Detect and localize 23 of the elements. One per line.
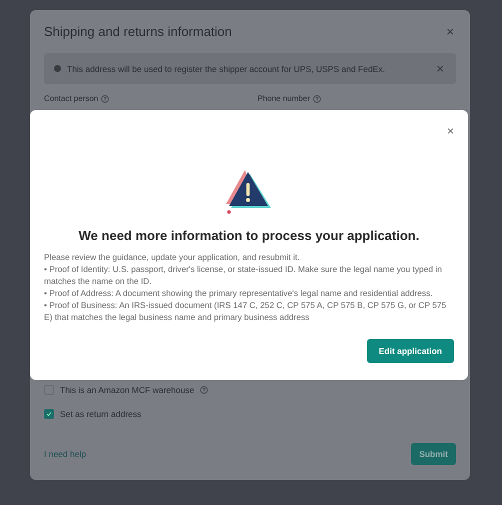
help-link[interactable]: I need help xyxy=(44,449,86,459)
close-button[interactable]: × xyxy=(446,124,454,138)
help-icon[interactable] xyxy=(101,94,110,102)
close-button[interactable]: × xyxy=(444,24,456,39)
banner-text: This address will be used to register the shipper account for UPS, USPS and FedEx. xyxy=(67,64,386,74)
info-icon xyxy=(54,65,61,72)
submit-button[interactable]: Submit xyxy=(411,443,456,465)
modal-title: Shipping and returns information xyxy=(44,24,232,39)
guidance-text: • Proof of Identity: U.S. passport, driver's license, or state-issued ID. Make sure the legal name you typed in matches the name on the ID. xyxy=(44,263,443,287)
close-button[interactable]: × xyxy=(434,61,446,76)
help-icon[interactable] xyxy=(312,94,321,102)
checkbox-label: This is an Amazon MCF warehouse xyxy=(60,385,194,395)
field-label: Phone number xyxy=(258,94,310,103)
guidance-text: • Proof of Business: An IRS-issued document (IRS 147 C, 252 C, CP 575 A, CP 575 B, CP 575 G, or CP 575 E) that matches the legal business name and primary business address xyxy=(44,299,448,323)
checkbox-label: Set as return address xyxy=(60,409,142,419)
help-icon[interactable] xyxy=(200,386,208,394)
field-label: Contact person xyxy=(44,94,98,103)
guidance-text: • Proof of Address: A document showing the primary representative's legal name and residential address. xyxy=(44,287,434,299)
checkbox[interactable] xyxy=(44,409,54,419)
dialog-title: We need more information to process your application. xyxy=(78,228,420,243)
check-icon xyxy=(46,411,52,417)
guidance-text: Please review the guidance, update your application, and resubmit it. xyxy=(44,251,301,263)
edit-application-button[interactable]: Edit application xyxy=(366,339,454,363)
